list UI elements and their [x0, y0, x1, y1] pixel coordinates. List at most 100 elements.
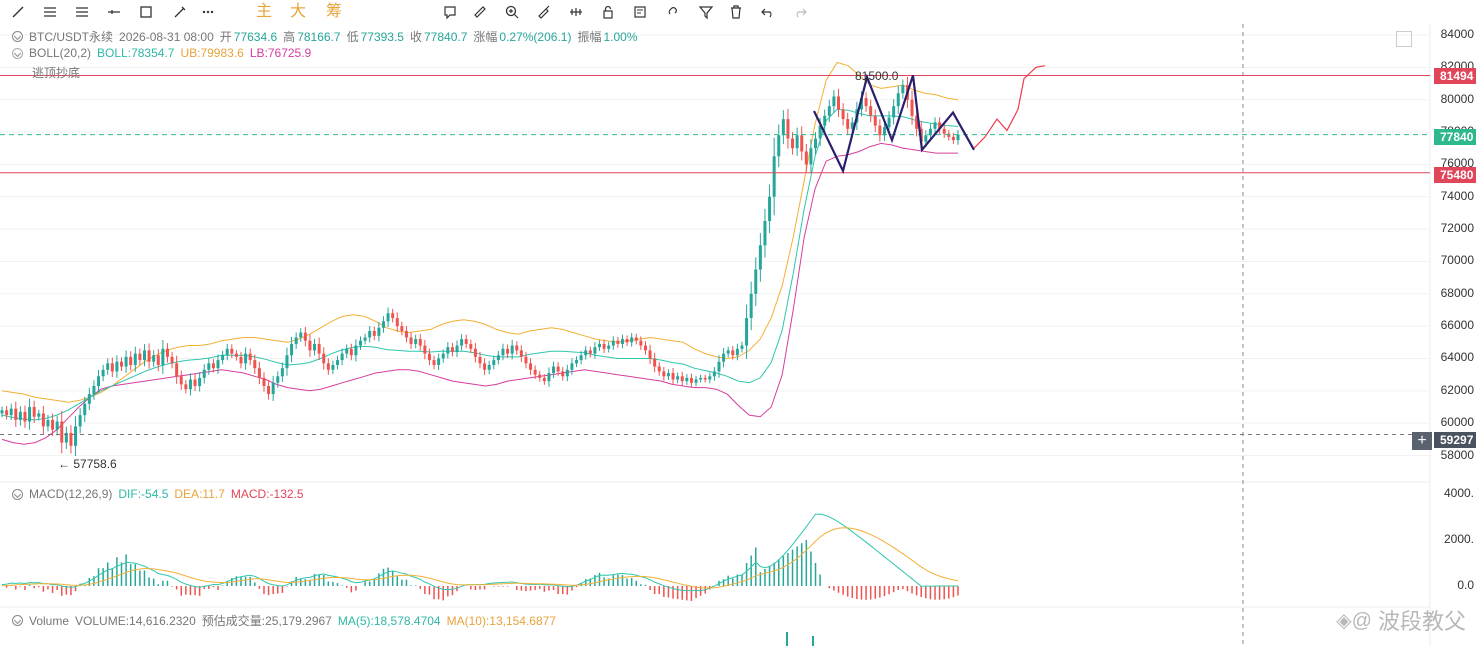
candle-body	[814, 138, 818, 149]
trash-icon[interactable]	[726, 2, 746, 22]
filter-icon[interactable]	[696, 2, 716, 22]
toolbar-label-0[interactable]: 主	[256, 2, 272, 22]
candle-body	[657, 366, 661, 372]
candle-body	[575, 360, 579, 364]
candle-body	[152, 355, 156, 362]
collapse-toggle-icon[interactable]	[12, 615, 23, 626]
high-value: 78166.7	[297, 29, 341, 44]
candle-body	[156, 355, 160, 365]
more-icon[interactable]	[198, 2, 218, 22]
ruler-icon[interactable]	[470, 2, 490, 22]
price-tag-cursor[interactable]: 59297	[1434, 432, 1476, 448]
note-icon[interactable]	[630, 2, 650, 22]
candle-body	[290, 343, 294, 356]
candle-body	[46, 419, 50, 427]
candle-body	[372, 330, 376, 336]
candle-body	[680, 376, 684, 382]
candle-body	[179, 376, 183, 385]
candle-body	[924, 135, 928, 142]
rectangle-icon[interactable]	[136, 2, 156, 22]
price-axis-tick: 60000	[1440, 415, 1474, 430]
candle-body	[795, 135, 799, 149]
collapse-toggle-icon[interactable]	[12, 47, 23, 59]
candle-body	[542, 377, 546, 382]
multi-line-icon[interactable]	[40, 2, 60, 22]
candle-body	[74, 426, 78, 446]
candle-body	[763, 221, 767, 246]
line-icon[interactable]	[8, 2, 28, 22]
fullscreen-icon[interactable]	[1396, 31, 1412, 47]
brush-icon[interactable]	[170, 2, 190, 22]
candle-body	[60, 421, 64, 443]
boll-mid-value: BOLL:78354.7	[97, 46, 175, 60]
text-note-icon[interactable]	[440, 2, 460, 22]
candle-body	[395, 318, 399, 327]
candle-body	[18, 411, 22, 420]
visibility-icon[interactable]	[566, 2, 586, 22]
candle-body	[400, 326, 404, 331]
candle-body	[469, 343, 473, 349]
candle-body	[464, 339, 468, 344]
high-label: 高	[283, 30, 296, 44]
candle-body	[460, 339, 464, 346]
price-tag-current[interactable]: 77840	[1434, 129, 1476, 145]
parallel-lines-icon[interactable]	[72, 2, 92, 22]
candle-body	[892, 106, 896, 118]
candle-body	[322, 353, 326, 364]
datetime: 2026-08-31 08:00	[119, 29, 214, 44]
forecast-path[interactable]	[973, 65, 1046, 149]
undo-icon[interactable]	[758, 2, 778, 22]
chart-canvas[interactable]: 81500.0 ← 57758.6	[0, 0, 1476, 646]
candle-body	[32, 407, 36, 417]
collapse-toggle-icon[interactable]	[12, 31, 23, 42]
magnet-icon[interactable]	[534, 2, 554, 22]
candle-body	[345, 348, 349, 354]
candle-body	[942, 128, 946, 134]
candle-body	[745, 318, 749, 346]
price-tag-low-line[interactable]: 75480	[1434, 167, 1476, 183]
redo-icon[interactable]	[790, 2, 810, 22]
price-tag-high-line[interactable]: 81494	[1434, 68, 1476, 84]
toolbar-label-1[interactable]: 大	[290, 2, 306, 22]
candle-body	[92, 385, 96, 395]
candle-body	[340, 353, 344, 361]
indicator-name: 逃顶抄底	[32, 66, 81, 80]
macd-dea-line	[1, 527, 959, 589]
toolbar-label-2[interactable]: 筹	[326, 2, 342, 22]
zoom-in-icon[interactable]	[502, 2, 522, 22]
price-axis-tick: 64000	[1440, 350, 1474, 365]
candle-body	[129, 356, 133, 365]
horizontal-ray-icon[interactable]	[104, 2, 124, 22]
candle-body	[381, 321, 385, 328]
candle-body	[450, 347, 454, 353]
candle-body	[188, 379, 192, 390]
candle-body	[207, 363, 211, 370]
price-axis-tick: 80000	[1440, 91, 1474, 106]
candle-body	[694, 379, 698, 383]
candle-body	[496, 355, 500, 361]
candle-body	[565, 369, 569, 377]
candle-body	[804, 151, 808, 165]
change-label: 涨幅	[473, 30, 498, 44]
candle-body	[55, 421, 59, 430]
lock-icon[interactable]	[598, 2, 618, 22]
candle-body	[478, 356, 482, 364]
link-icon[interactable]	[662, 2, 682, 22]
candle-body	[933, 122, 937, 129]
candle-body	[547, 373, 551, 382]
candle-body	[267, 385, 271, 395]
indicator-label: 逃顶抄底	[32, 64, 86, 81]
candle-body	[234, 353, 238, 357]
collapse-toggle-icon[interactable]	[12, 488, 23, 500]
candle-body	[23, 411, 27, 422]
candle-body	[257, 368, 261, 378]
price-axis-tick: 62000	[1440, 382, 1474, 397]
add-crosshair-icon[interactable]: +	[1412, 432, 1432, 450]
candle-body	[28, 407, 32, 422]
candle-body	[354, 345, 358, 356]
macd-axis-tick: 0.0	[1457, 578, 1474, 592]
volume-value: VOLUME:14,616.2320	[75, 613, 196, 628]
candle-body	[225, 348, 229, 356]
candle-body	[427, 353, 431, 361]
candle-body	[133, 353, 137, 365]
